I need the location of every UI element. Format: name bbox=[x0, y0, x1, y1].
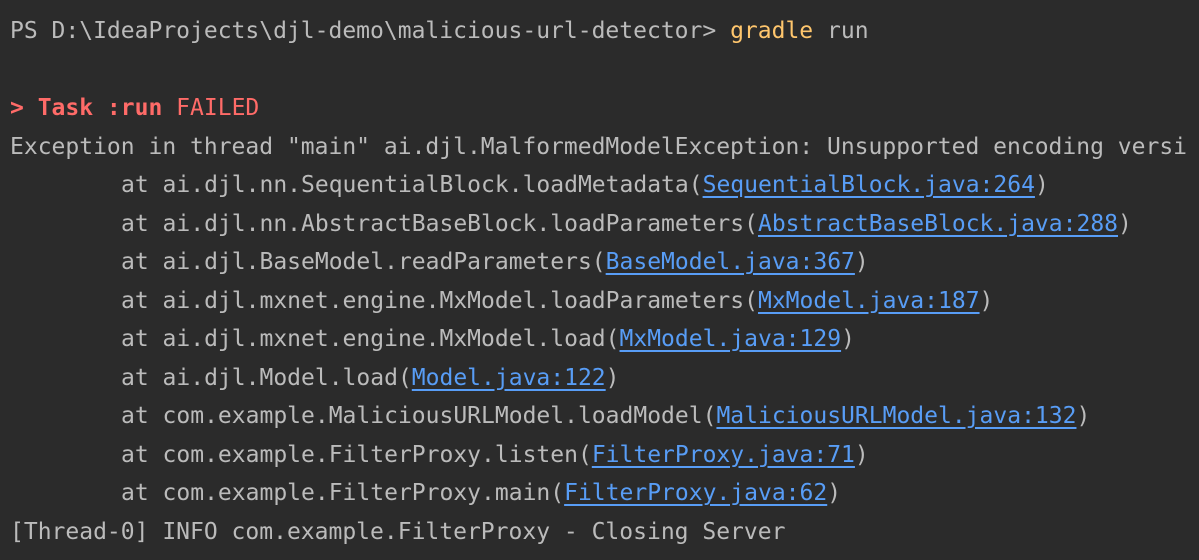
exception-line: Exception in thread "main" ai.djl.Malfor… bbox=[10, 133, 1188, 160]
source-link[interactable]: SequentialBlock.java:264 bbox=[703, 172, 1035, 198]
source-link[interactable]: MaliciousURLModel.java:132 bbox=[716, 403, 1076, 429]
close-paren: ) bbox=[841, 326, 855, 352]
close-paren: ) bbox=[854, 441, 869, 468]
stack-frame: at com.example.FilterProxy.main(FilterPr… bbox=[10, 474, 1199, 513]
prompt-line: PS D:\IdeaProjects\djl-demo\malicious-ur… bbox=[10, 12, 1199, 51]
task-marker: > Task :run bbox=[10, 95, 163, 121]
source-link[interactable]: BaseModel.java:367 bbox=[606, 249, 855, 275]
close-paren: ) bbox=[1118, 210, 1132, 237]
stack-frame-method: at com.example.FilterProxy.listen( bbox=[121, 441, 592, 468]
stack-frame: at ai.djl.nn.AbstractBaseBlock.loadParam… bbox=[10, 205, 1199, 244]
stack-frame-method: at com.example.MaliciousURLModel.loadMod… bbox=[121, 403, 717, 429]
close-paren: ) bbox=[979, 287, 994, 314]
source-link[interactable]: MxModel.java:187 bbox=[758, 288, 980, 314]
stack-frame-method: at ai.djl.mxnet.engine.MxModel.load( bbox=[121, 326, 620, 352]
close-paren: ) bbox=[1076, 403, 1091, 429]
close-paren: ) bbox=[1034, 172, 1049, 198]
prompt: PS D:\IdeaProjects\djl-demo\malicious-ur… bbox=[10, 18, 731, 44]
info-line: [Thread-0] INFO com.example.FilterProxy … bbox=[10, 518, 786, 545]
task-status: FAILED bbox=[162, 95, 260, 121]
task-line: > Task :run FAILED bbox=[10, 89, 1199, 128]
stack-frame-method: at ai.djl.BaseModel.readParameters( bbox=[121, 249, 606, 275]
command-args: run bbox=[813, 18, 869, 44]
source-link[interactable]: FilterProxy.java:62 bbox=[564, 480, 827, 506]
source-link[interactable]: Model.java:122 bbox=[412, 365, 606, 391]
stack-frame: at ai.djl.nn.SequentialBlock.loadMetadat… bbox=[10, 166, 1199, 205]
stack-frame: at ai.djl.Model.load(Model.java:122) bbox=[10, 359, 1199, 398]
stack-frame-method: at com.example.FilterProxy.main( bbox=[121, 480, 565, 506]
close-paren: ) bbox=[827, 480, 842, 506]
stack-frame-method: at ai.djl.nn.AbstractBaseBlock.loadParam… bbox=[121, 210, 758, 237]
stack-frame: at ai.djl.mxnet.engine.MxModel.loadParam… bbox=[10, 282, 1199, 321]
source-link[interactable]: AbstractBaseBlock.java:288 bbox=[758, 211, 1118, 237]
stack-trace: at ai.djl.nn.SequentialBlock.loadMetadat… bbox=[10, 166, 1199, 513]
source-link[interactable]: MxModel.java:129 bbox=[620, 326, 842, 352]
close-paren: ) bbox=[605, 364, 620, 391]
stack-frame: at ai.djl.BaseModel.readParameters(BaseM… bbox=[10, 243, 1199, 282]
source-link[interactable]: FilterProxy.java:71 bbox=[592, 442, 855, 468]
stack-frame: at com.example.FilterProxy.listen(Filter… bbox=[10, 436, 1199, 475]
terminal-output[interactable]: PS D:\IdeaProjects\djl-demo\malicious-ur… bbox=[10, 12, 1199, 551]
stack-frame-method: at ai.djl.mxnet.engine.MxModel.loadParam… bbox=[121, 287, 758, 314]
stack-frame-method: at ai.djl.Model.load( bbox=[121, 364, 412, 391]
stack-frame: at com.example.MaliciousURLModel.loadMod… bbox=[10, 397, 1199, 436]
close-paren: ) bbox=[854, 249, 869, 275]
stack-frame-method: at ai.djl.nn.SequentialBlock.loadMetadat… bbox=[121, 172, 703, 198]
stack-frame: at ai.djl.mxnet.engine.MxModel.load(MxMo… bbox=[10, 320, 1199, 359]
command-name: gradle bbox=[730, 18, 814, 44]
